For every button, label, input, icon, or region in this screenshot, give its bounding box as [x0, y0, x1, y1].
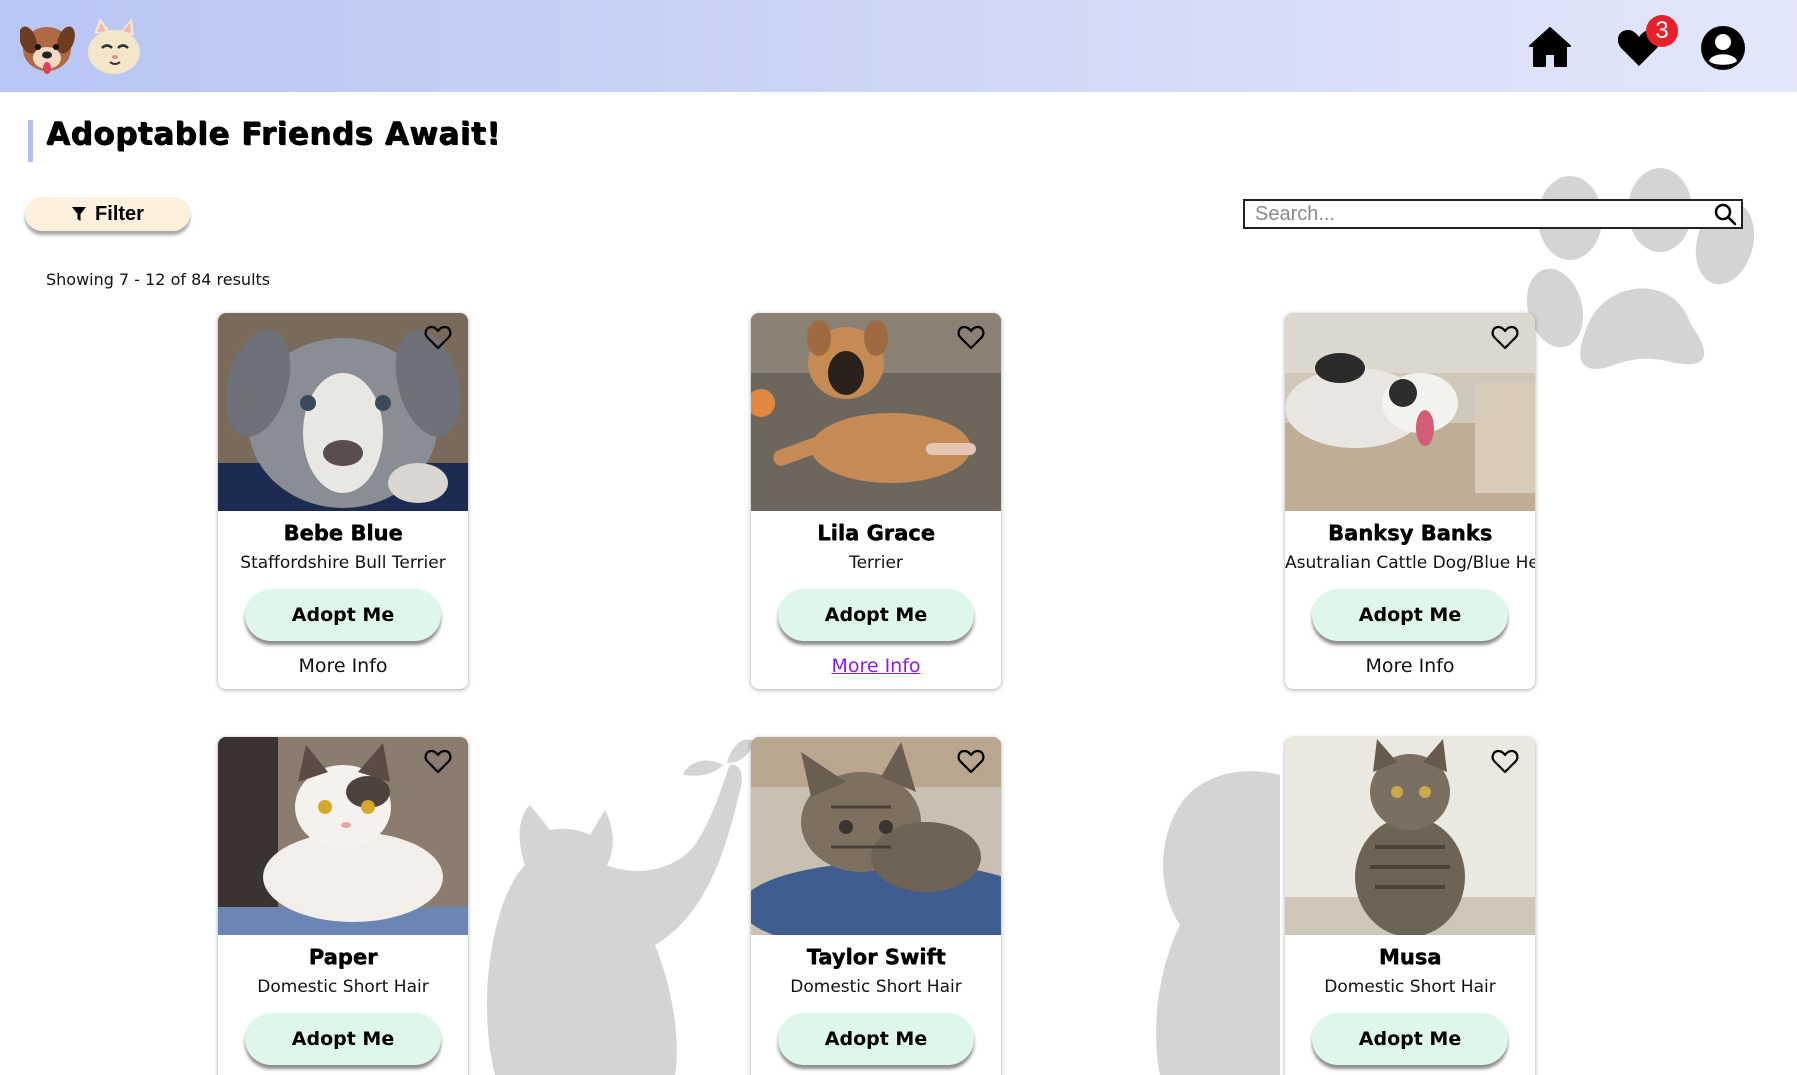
filter-button[interactable]: Filter: [25, 197, 190, 231]
adopt-me-button[interactable]: Adopt Me: [245, 589, 441, 641]
pet-photo[interactable]: [218, 737, 468, 935]
user-account-icon[interactable]: [1699, 24, 1747, 72]
pet-breed: Asutralian Cattle Dog/Blue Heeler: [1285, 553, 1535, 573]
favorite-heart-icon[interactable]: [424, 748, 452, 774]
favorite-heart-icon[interactable]: [1491, 324, 1519, 350]
favorite-heart-icon[interactable]: [1491, 748, 1519, 774]
adopt-me-button[interactable]: Adopt Me: [1312, 1013, 1508, 1065]
pet-name: Bebe Blue: [283, 521, 403, 545]
pet-breed: Domestic Short Hair: [790, 977, 962, 997]
pet-name: Taylor Swift: [806, 945, 946, 969]
results-count-text: Showing 7 - 12 of 84 results: [46, 270, 271, 289]
more-info-link[interactable]: More Info: [1285, 655, 1535, 677]
favorite-heart-icon[interactable]: [424, 324, 452, 350]
adopt-me-button[interactable]: Adopt Me: [778, 1013, 974, 1065]
pet-photo[interactable]: [218, 313, 468, 511]
pet-photo[interactable]: [751, 313, 1001, 511]
page-title: Adoptable Friends Await!: [46, 116, 501, 152]
pet-breed: Staffordshire Bull Terrier: [240, 553, 446, 573]
pet-card: Paper Domestic Short Hair Adopt Me: [218, 737, 468, 1075]
pet-card: Bebe Blue Staffordshire Bull Terrier Ado…: [218, 313, 468, 689]
adopt-me-button[interactable]: Adopt Me: [778, 589, 974, 641]
top-nav-bar: 3: [0, 0, 1797, 92]
favorite-heart-icon[interactable]: [957, 748, 985, 774]
pet-name: Lila Grace: [817, 521, 935, 545]
pet-card: Taylor Swift Domestic Short Hair Adopt M…: [751, 737, 1001, 1075]
filter-label: Filter: [95, 202, 144, 225]
favorites-count-badge: 3: [1646, 15, 1678, 47]
favorite-heart-icon[interactable]: [957, 324, 985, 350]
dog-cat-logo[interactable]: [20, 16, 144, 80]
adopt-me-button[interactable]: Adopt Me: [245, 1013, 441, 1065]
pet-photo[interactable]: [1285, 313, 1535, 511]
more-info-link[interactable]: More Info: [218, 655, 468, 677]
search-icon[interactable]: [1713, 202, 1737, 226]
pet-card: Banksy Banks Asutralian Cattle Dog/Blue …: [1285, 313, 1535, 689]
pet-photo[interactable]: [751, 737, 1001, 935]
pet-name: Paper: [308, 945, 378, 969]
pet-name: Musa: [1378, 945, 1442, 969]
pet-breed: Domestic Short Hair: [1324, 977, 1496, 997]
search-bar: [1243, 199, 1743, 229]
pet-name: Banksy Banks: [1327, 521, 1493, 545]
pet-breed: Domestic Short Hair: [257, 977, 429, 997]
filter-funnel-icon: [72, 207, 87, 221]
home-icon[interactable]: [1526, 24, 1574, 72]
adopt-me-button[interactable]: Adopt Me: [1312, 589, 1508, 641]
search-input[interactable]: [1245, 201, 1705, 227]
dog-silhouette: [1156, 771, 1280, 1075]
pet-photo[interactable]: [1285, 737, 1535, 935]
pet-card: Lila Grace Terrier Adopt Me More Info: [751, 313, 1001, 689]
pet-card: Musa Domestic Short Hair Adopt Me: [1285, 737, 1535, 1075]
cat-butterfly-silhouette: [486, 739, 753, 1075]
title-accent-bar: [28, 120, 33, 162]
pet-breed: Terrier: [849, 553, 903, 573]
more-info-link[interactable]: More Info: [751, 655, 1001, 677]
